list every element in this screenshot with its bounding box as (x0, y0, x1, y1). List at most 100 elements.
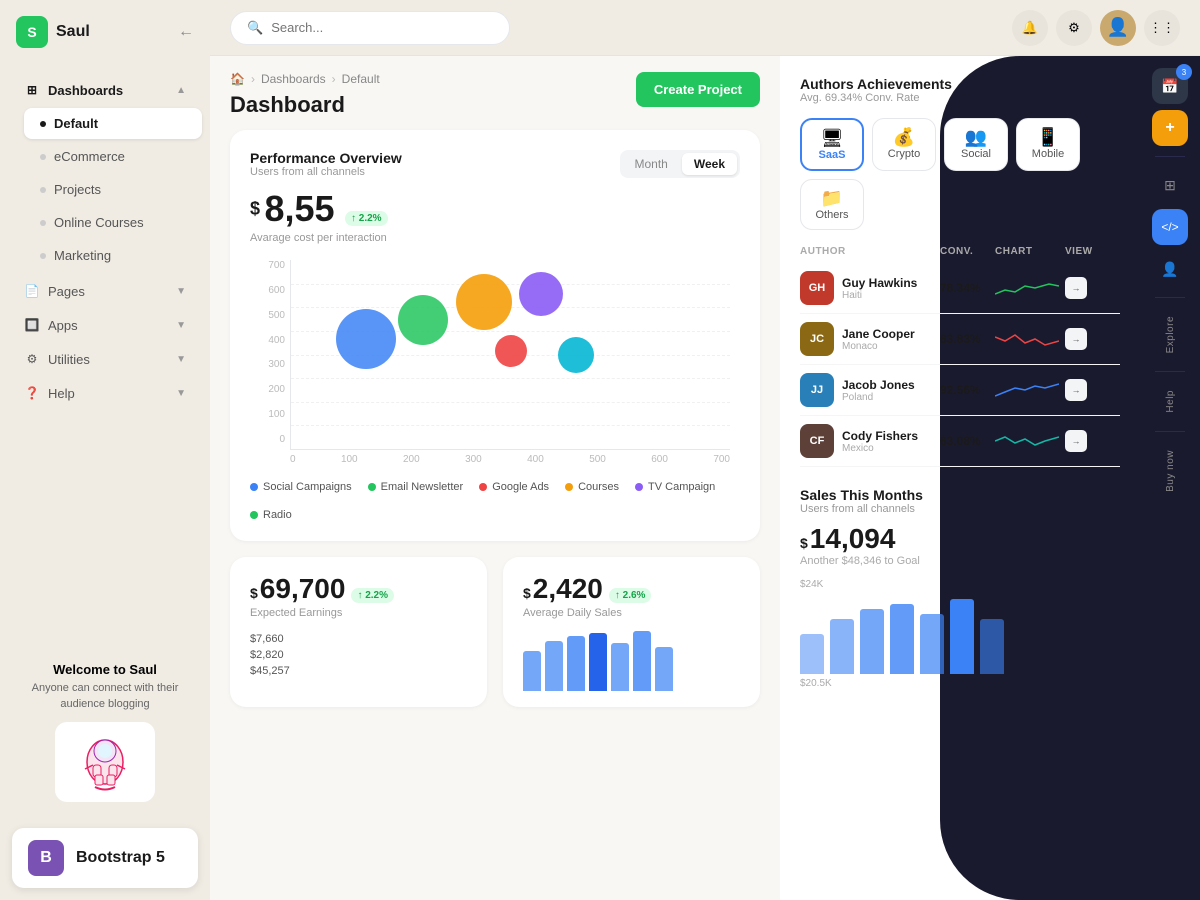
buy-now-label[interactable]: Buy now (1161, 442, 1180, 500)
notification-icon: 🔔 (1022, 20, 1038, 36)
sidebar-item-projects[interactable]: Projects (24, 174, 202, 205)
author-row: JJ Jacob Jones Poland 92.56% → (800, 365, 1120, 416)
legend-dot (565, 483, 573, 491)
tab-crypto[interactable]: 💰 Crypto (872, 118, 936, 171)
rs-user-button[interactable]: 👤 (1152, 251, 1188, 287)
daily-label: Average Daily Sales (523, 607, 740, 619)
sidebar-item-label: Pages (48, 284, 85, 299)
view-button[interactable]: → (1065, 328, 1087, 350)
sidebar-item-online-courses[interactable]: Online Courses (24, 207, 202, 238)
legend-dot (635, 483, 643, 491)
tab-saas[interactable]: 🖥 SaaS (800, 118, 864, 171)
chart-legend: Social Campaigns Email Newsletter Google… (250, 481, 740, 521)
header-icons: 🔔 ⚙ 👤 ⋮⋮ (1012, 10, 1180, 46)
metric-badge: ↑ 2.2% (345, 211, 388, 226)
sidebar-item-utilities[interactable]: ⚙ Utilities ▼ (8, 343, 202, 375)
sidebar-item-ecommerce[interactable]: eCommerce (24, 141, 202, 172)
app-name: Saul (56, 23, 90, 41)
rs-code-button[interactable]: </> (1152, 209, 1188, 245)
breadcrumb-home[interactable]: 🏠 (230, 72, 245, 86)
sidebar-item-dashboards[interactable]: ⊞ Dashboards ▲ (8, 74, 202, 106)
chevron-icon: ▲ (176, 85, 186, 96)
breadcrumb-sep: › (251, 72, 255, 86)
sales-y2: $20.5K (800, 678, 1120, 689)
menu-button[interactable]: ⋮⋮ (1144, 10, 1180, 46)
toggle-month[interactable]: Month (623, 153, 680, 175)
calendar-icon: 📅 (1161, 78, 1178, 95)
tab-others[interactable]: 📁 Others (800, 179, 864, 230)
user-icon: 👤 (1161, 261, 1178, 278)
search-icon: 🔍 (247, 20, 263, 36)
right-panel-content: Authors Achievements Avg. 69.34% Conv. R… (800, 76, 1120, 689)
author-name: Cody Fishers (842, 429, 918, 443)
bootstrap-badge: B Bootstrap 5 (12, 828, 198, 888)
breadcrumb-dashboards[interactable]: Dashboards (261, 72, 326, 86)
tab-label: Crypto (888, 148, 920, 160)
view-button[interactable]: → (1065, 430, 1087, 452)
page-header: 🏠 › Dashboards › Default Dashboard Creat… (230, 72, 760, 118)
crypto-icon: 💰 (893, 127, 915, 148)
user-avatar[interactable]: 👤 (1100, 10, 1136, 46)
sidebar-nav: ⊞ Dashboards ▲ Default eCommerce Project… (0, 64, 210, 646)
bootstrap-label: Bootstrap 5 (76, 849, 165, 867)
tab-mobile[interactable]: 📱 Mobile (1016, 118, 1080, 171)
sales-bar-chart (800, 594, 1120, 674)
author-name: Jane Cooper (842, 327, 915, 341)
list-item: $2,820 (250, 647, 467, 663)
daily-sales-metric: $ 2,420 ↑ 2.6% (523, 573, 740, 605)
s-bar (860, 609, 884, 674)
sidebar-item-label: Projects (54, 182, 101, 197)
sidebar-header: S Saul ← (0, 0, 210, 64)
author-conv: 92.56% (940, 383, 995, 397)
bar (611, 643, 629, 691)
search-box[interactable]: 🔍 (230, 11, 510, 45)
author-conv: 63.83% (940, 332, 995, 346)
header-conv: CONV. (940, 246, 995, 257)
earnings-card: $ 69,700 ↑ 2.2% Expected Earnings $7,660… (230, 557, 487, 707)
view-button[interactable]: → (1065, 277, 1087, 299)
sidebar-item-apps[interactable]: 🔲 Apps ▼ (8, 309, 202, 341)
view-button[interactable]: → (1065, 379, 1087, 401)
author-name: Jacob Jones (842, 378, 915, 392)
sidebar-footer: Welcome to Saul Anyone can connect with … (0, 646, 210, 828)
sidebar-illustration (55, 722, 155, 802)
explore-label[interactable]: Explore (1161, 308, 1180, 361)
sidebar-item-label: eCommerce (54, 149, 125, 164)
notification-button[interactable]: 🔔 (1012, 10, 1048, 46)
tab-label: SaaS (819, 149, 846, 161)
toggle-week[interactable]: Week (682, 153, 737, 175)
sidebar-item-default[interactable]: Default (24, 108, 202, 139)
s-bar (830, 619, 854, 674)
legend-dot (250, 511, 258, 519)
mobile-icon: 📱 (1037, 127, 1059, 148)
help-icon: ❓ (24, 385, 40, 401)
rs-calendar-button[interactable]: 📅 3 (1152, 68, 1188, 104)
author-avatar: GH (800, 271, 834, 305)
apps-icon: 🔲 (24, 317, 40, 333)
sidebar-back-icon[interactable]: ← (178, 23, 194, 41)
settings-button[interactable]: ⚙ (1056, 10, 1092, 46)
sidebar-item-pages[interactable]: 📄 Pages ▼ (8, 275, 202, 307)
create-project-button[interactable]: Create Project (636, 72, 760, 107)
sidebar-item-help[interactable]: ❓ Help ▼ (8, 377, 202, 409)
utilities-icon: ⚙ (24, 351, 40, 367)
rs-add-button[interactable]: + (1152, 110, 1188, 146)
chevron-icon: ▼ (176, 286, 186, 297)
header-bar: 🔍 🔔 ⚙ 👤 ⋮⋮ (210, 0, 1200, 56)
legend-dot (250, 483, 258, 491)
author-name: Guy Hawkins (842, 276, 917, 290)
sidebar-item-label: Online Courses (54, 215, 144, 230)
help-label[interactable]: Help (1161, 382, 1180, 421)
rs-grid-button[interactable]: ⊞ (1152, 167, 1188, 203)
bubble-3 (456, 274, 512, 330)
daily-value: 2,420 (533, 573, 603, 605)
tab-social[interactable]: 👥 Social (944, 118, 1008, 171)
bar-active (589, 633, 607, 691)
sales-goal: Another $48,346 to Goal (800, 555, 1120, 567)
sidebar-item-marketing[interactable]: Marketing (24, 240, 202, 271)
sales-currency: $ (800, 535, 808, 551)
author-conv: 63.08% (940, 434, 995, 448)
author-info: JJ Jacob Jones Poland (800, 373, 940, 407)
rs-separator (1155, 431, 1185, 432)
search-input[interactable] (271, 20, 493, 35)
